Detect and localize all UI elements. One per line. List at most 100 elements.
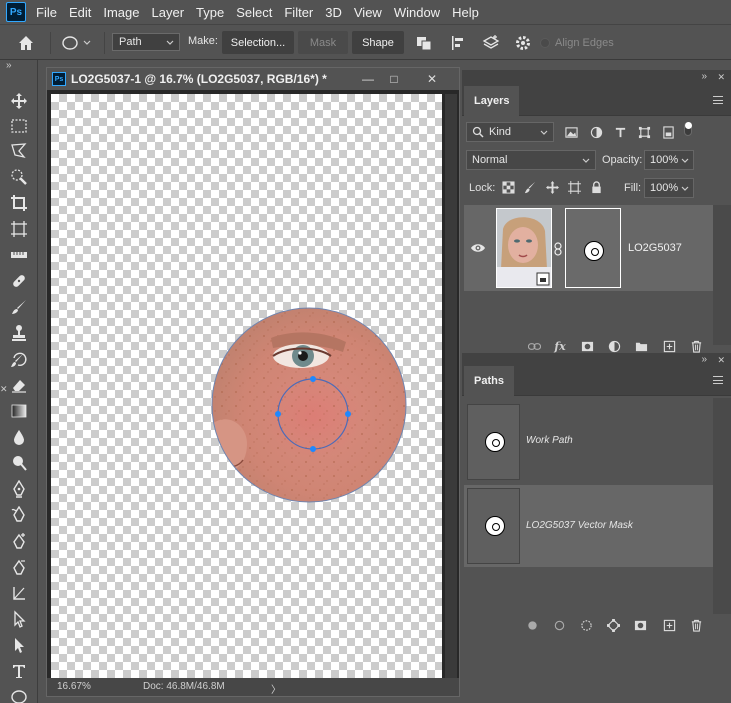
layers-scrollbar[interactable] (713, 205, 731, 345)
layer-row[interactable]: LO2G5037 (464, 205, 713, 291)
delete-anchor-point-tool[interactable] (8, 556, 30, 578)
path-alignment-button[interactable] (448, 25, 468, 61)
gradient-tool[interactable] (8, 400, 30, 422)
move-tool[interactable] (8, 90, 30, 112)
lock-image-pixels[interactable] (523, 180, 537, 194)
pen-tool[interactable] (8, 478, 30, 500)
lock-position[interactable] (545, 180, 559, 194)
toolbar-close-icon[interactable]: ✕ (0, 384, 8, 394)
layer-name[interactable]: LO2G5037 (628, 242, 682, 254)
make-shape-button[interactable]: Shape (352, 31, 404, 54)
anchor-point-left[interactable] (275, 411, 281, 417)
maximize-button[interactable]: □ (385, 70, 403, 88)
blur-tool[interactable] (8, 426, 30, 448)
layer-thumbnail[interactable] (496, 208, 552, 288)
stroke-path-button[interactable] (552, 618, 566, 632)
filter-type-layers[interactable] (613, 125, 627, 139)
add-mask-button[interactable] (580, 339, 594, 353)
delete-layer-button[interactable] (689, 339, 703, 353)
layer-filter-dropdown[interactable]: Kind (466, 122, 554, 142)
filter-smart-objects[interactable] (661, 125, 675, 139)
direct-selection-tool[interactable] (8, 634, 30, 656)
anchor-point-right[interactable] (345, 411, 351, 417)
filter-toggle[interactable] (684, 122, 692, 136)
home-button[interactable] (16, 25, 36, 61)
fill-field[interactable]: 100% (644, 178, 694, 198)
layer-mask-link[interactable] (554, 242, 562, 259)
filter-pixel-layers[interactable] (564, 125, 578, 139)
crop-tool[interactable] (8, 192, 30, 214)
close-panel-icon[interactable]: ✕ (717, 72, 725, 83)
new-group-button[interactable] (634, 339, 648, 353)
minimize-button[interactable]: — (359, 70, 377, 88)
quick-selection-tool[interactable] (8, 166, 30, 188)
document-tab[interactable]: Ps LO2G5037-1 @ 16.7% (LO2G5037, RGB/16*… (47, 68, 459, 90)
collapse-panel-icon[interactable]: » (701, 354, 707, 365)
geometry-options-button[interactable] (514, 25, 532, 61)
anchor-point-top[interactable] (310, 376, 316, 382)
vector-mask-thumbnail[interactable] (565, 208, 621, 288)
status-menu-arrow[interactable]: 〉 (271, 681, 281, 696)
healing-brush-tool[interactable] (8, 270, 30, 292)
menu-file[interactable]: File (34, 5, 59, 20)
menu-window[interactable]: Window (392, 5, 442, 20)
filter-shape-layers[interactable] (637, 125, 651, 139)
make-selection-button[interactable]: Selection... (222, 31, 294, 54)
tool-preset-picker[interactable] (60, 25, 92, 61)
add-layer-style-button[interactable]: fx (553, 339, 567, 353)
close-panel-icon[interactable]: ✕ (717, 355, 725, 366)
paths-panel-menu-icon[interactable] (713, 376, 723, 384)
marquee-tool[interactable] (8, 115, 30, 137)
zoom-level[interactable]: 16.67% (57, 681, 91, 692)
new-adjustment-layer-button[interactable] (607, 339, 621, 353)
menu-help[interactable]: Help (450, 5, 481, 20)
dodge-tool[interactable] (8, 452, 30, 474)
new-layer-button[interactable] (662, 339, 676, 353)
lock-artboard[interactable] (567, 180, 581, 194)
document-canvas[interactable] (51, 94, 442, 678)
add-vector-mask-button[interactable] (633, 618, 647, 632)
path-selection-tool[interactable] (8, 608, 30, 630)
make-work-path-button[interactable] (606, 618, 620, 632)
ruler-tool[interactable] (8, 244, 30, 266)
path-row-work-path[interactable]: Work Path (464, 401, 713, 483)
menu-layer[interactable]: Layer (150, 5, 187, 20)
filter-adjustment-layers[interactable] (589, 125, 603, 139)
menu-type[interactable]: Type (194, 5, 226, 20)
path-row-vector-mask[interactable]: LO2G5037 Vector Mask (464, 485, 713, 567)
lasso-tool[interactable] (8, 140, 30, 162)
make-mask-button[interactable]: Mask (298, 31, 348, 54)
ellipse-shape-tool[interactable] (8, 684, 30, 703)
clone-stamp-tool[interactable] (8, 322, 30, 344)
freeform-pen-tool[interactable] (8, 504, 30, 526)
delete-path-button[interactable] (689, 618, 703, 632)
convert-point-tool[interactable] (8, 582, 30, 604)
paths-scrollbar[interactable] (713, 398, 731, 614)
fill-path-button[interactable] (525, 618, 539, 632)
type-tool[interactable] (8, 660, 30, 682)
blend-mode-dropdown[interactable]: Normal (466, 150, 596, 170)
tool-mode-dropdown[interactable]: Path (112, 33, 180, 51)
layer-visibility-toggle[interactable] (470, 242, 486, 257)
new-path-button[interactable] (662, 618, 676, 632)
menu-filter[interactable]: Filter (282, 5, 315, 20)
history-brush-tool[interactable] (8, 348, 30, 370)
menu-image[interactable]: Image (101, 5, 141, 20)
link-layers-button[interactable] (527, 339, 541, 353)
path-operations-button[interactable] (414, 25, 434, 61)
brush-tool[interactable] (8, 296, 30, 318)
menu-select[interactable]: Select (234, 5, 274, 20)
path-arrangement-button[interactable] (480, 25, 502, 61)
add-anchor-point-tool[interactable] (8, 530, 30, 552)
menu-edit[interactable]: Edit (67, 5, 93, 20)
collapse-panel-icon[interactable]: » (701, 71, 707, 82)
frame-tool[interactable] (8, 218, 30, 240)
lock-all[interactable] (589, 180, 603, 194)
menu-3d[interactable]: 3D (323, 5, 344, 20)
opacity-field[interactable]: 100% (644, 150, 694, 170)
eraser-tool[interactable] (8, 374, 30, 396)
load-path-as-selection-button[interactable] (579, 618, 593, 632)
tab-paths[interactable]: Paths (464, 366, 514, 396)
vertical-scrollbar[interactable] (445, 94, 457, 678)
lock-transparent-pixels[interactable] (501, 180, 515, 194)
